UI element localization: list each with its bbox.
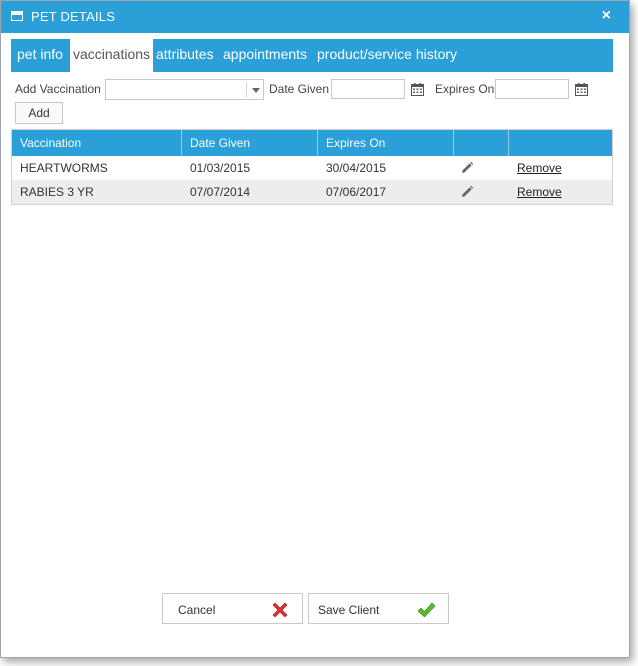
tab-bar: pet info vaccinations attributes appoint… bbox=[11, 39, 613, 72]
date-given-label: Date Given bbox=[269, 82, 330, 96]
table-row[interactable]: RABIES 3 YR 07/07/2014 07/06/2017 Remove bbox=[12, 180, 612, 204]
tab-appointments[interactable]: appointments bbox=[223, 39, 307, 72]
tab-pet-info[interactable]: pet info bbox=[17, 39, 63, 72]
tab-vaccinations[interactable]: vaccinations bbox=[70, 39, 154, 72]
grid-header: Vaccination Date Given Expires On bbox=[12, 130, 612, 156]
column-header-vaccination[interactable]: Vaccination bbox=[12, 130, 182, 156]
select-divider bbox=[246, 82, 247, 97]
pet-details-dialog: PET DETAILS × pet info vaccinations attr… bbox=[0, 0, 630, 658]
red-x-icon bbox=[272, 602, 288, 618]
window-icon bbox=[11, 11, 23, 21]
green-check-icon bbox=[417, 602, 436, 618]
column-header-edit bbox=[454, 130, 509, 156]
table-row[interactable]: HEARTWORMS 01/03/2015 30/04/2015 Remove bbox=[12, 156, 612, 180]
cancel-button[interactable]: Cancel bbox=[162, 593, 303, 624]
close-button[interactable]: × bbox=[602, 7, 611, 25]
calendar-icon[interactable] bbox=[575, 83, 588, 96]
pencil-icon[interactable] bbox=[461, 186, 473, 198]
remove-link[interactable]: Remove bbox=[509, 180, 562, 204]
tab-attributes[interactable]: attributes bbox=[156, 39, 214, 72]
cell-vaccination: HEARTWORMS bbox=[20, 161, 108, 175]
calendar-icon[interactable] bbox=[411, 83, 424, 96]
save-client-button-label: Save Client bbox=[318, 603, 380, 617]
cell-date-given: 07/07/2014 bbox=[190, 185, 251, 199]
pencil-icon[interactable] bbox=[461, 162, 473, 174]
cell-vaccination: RABIES 3 YR bbox=[20, 185, 94, 199]
expires-on-label: Expires On bbox=[435, 82, 495, 96]
cell-date-given: 01/03/2015 bbox=[190, 161, 251, 175]
save-client-button[interactable]: Save Client bbox=[308, 593, 449, 624]
chevron-down-icon[interactable] bbox=[252, 88, 260, 93]
cancel-button-label: Cancel bbox=[178, 603, 216, 617]
expires-on-input[interactable] bbox=[495, 79, 569, 99]
column-header-remove bbox=[509, 130, 612, 156]
date-given-input[interactable] bbox=[331, 79, 405, 99]
column-header-expires-on[interactable]: Expires On bbox=[318, 130, 454, 156]
vaccination-select[interactable] bbox=[105, 79, 264, 100]
add-vaccination-button[interactable]: Add bbox=[15, 102, 63, 124]
cell-expires-on: 07/06/2017 bbox=[326, 185, 387, 199]
add-vaccination-label: Add Vaccination bbox=[15, 82, 101, 96]
vaccinations-grid: Vaccination Date Given Expires On HEARTW… bbox=[11, 129, 613, 205]
tab-product-service-history[interactable]: product/service history bbox=[317, 39, 457, 72]
cell-expires-on: 30/04/2015 bbox=[326, 161, 387, 175]
column-header-date-given[interactable]: Date Given bbox=[182, 130, 318, 156]
title-bar: PET DETAILS × bbox=[1, 1, 629, 33]
remove-link[interactable]: Remove bbox=[509, 156, 562, 180]
dialog-title: PET DETAILS bbox=[31, 9, 116, 24]
